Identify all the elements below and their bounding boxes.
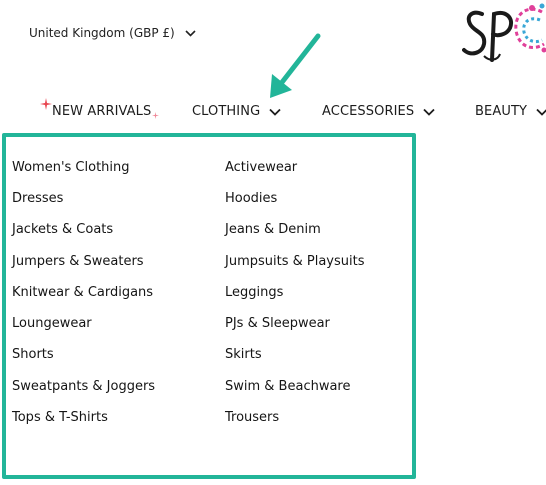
menu-link-swim-beachware[interactable]: Swim & Beachware bbox=[225, 378, 351, 396]
currency-label: United Kingdom (GBP £) bbox=[29, 26, 175, 40]
nav-item-accessories[interactable]: ACCESSORIES bbox=[322, 102, 435, 122]
nav-item-clothing[interactable]: CLOTHING bbox=[192, 102, 281, 122]
menu-link-pjs-sleepwear[interactable]: PJs & Sleepwear bbox=[225, 315, 330, 333]
chevron-down-icon bbox=[423, 108, 435, 116]
menu-link-dresses[interactable]: Dresses bbox=[12, 190, 63, 208]
menu-link-jackets-coats[interactable]: Jackets & Coats bbox=[12, 221, 113, 239]
menu-link-jumpsuits-playsuits[interactable]: Jumpsuits & Playsuits bbox=[225, 253, 365, 271]
nav-item-label: CLOTHING bbox=[192, 104, 261, 119]
chevron-down-icon bbox=[185, 29, 196, 37]
currency-selector[interactable]: United Kingdom (GBP £) bbox=[29, 26, 196, 40]
nav-item-beauty[interactable]: BEAUTY bbox=[475, 102, 546, 122]
nav-item-label: BEAUTY bbox=[475, 104, 528, 119]
menu-link-skirts[interactable]: Skirts bbox=[225, 346, 262, 364]
menu-link-shorts[interactable]: Shorts bbox=[12, 346, 54, 364]
menu-link-jeans-denim[interactable]: Jeans & Denim bbox=[225, 221, 321, 239]
chevron-down-icon bbox=[269, 108, 281, 116]
menu-link-sweatpants-joggers[interactable]: Sweatpants & Joggers bbox=[12, 378, 155, 396]
menu-link-hoodies[interactable]: Hoodies bbox=[225, 190, 277, 208]
menu-link-tops-tshirts[interactable]: Tops & T-Shirts bbox=[12, 409, 108, 427]
menu-link-jumpers-sweaters[interactable]: Jumpers & Sweaters bbox=[12, 253, 144, 271]
menu-link-loungewear[interactable]: Loungewear bbox=[12, 315, 92, 333]
brand-logo[interactable] bbox=[462, 0, 546, 70]
clothing-dropdown-menu: Women's Clothing Dresses Jackets & Coats… bbox=[2, 133, 416, 479]
nav-item-label: NEW ARRIVALS bbox=[52, 104, 152, 119]
page: United Kingdom (GBP £) NEW ARRIVALS CLOT… bbox=[0, 0, 546, 485]
menu-link-activewear[interactable]: Activewear bbox=[225, 159, 297, 177]
menu-link-womens-clothing[interactable]: Women's Clothing bbox=[12, 159, 130, 177]
sparkle-icon bbox=[152, 112, 159, 119]
menu-link-leggings[interactable]: Leggings bbox=[225, 284, 283, 302]
main-nav: NEW ARRIVALS CLOTHING ACCESSORIES BEAUTY bbox=[0, 98, 546, 124]
nav-item-new-arrivals[interactable]: NEW ARRIVALS bbox=[40, 98, 159, 122]
annotation-arrow-icon bbox=[270, 33, 321, 98]
nav-item-label: ACCESSORIES bbox=[322, 104, 415, 119]
chevron-down-icon bbox=[536, 108, 546, 116]
menu-link-trousers[interactable]: Trousers bbox=[225, 409, 279, 427]
sparkle-icon bbox=[40, 98, 52, 110]
menu-link-knitwear-cardigans[interactable]: Knitwear & Cardigans bbox=[12, 284, 153, 302]
